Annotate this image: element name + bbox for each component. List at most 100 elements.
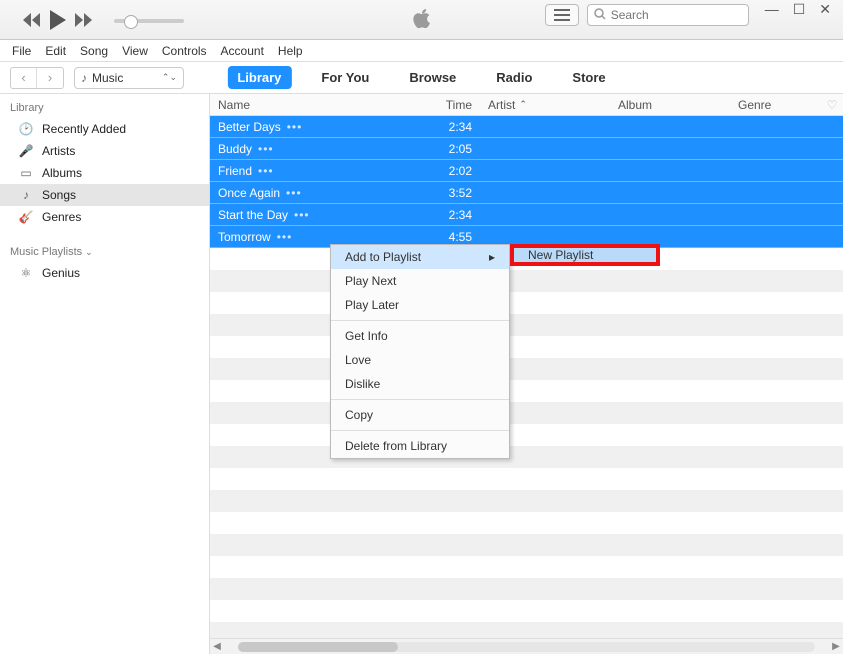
clock-icon: 🕑 <box>18 122 34 136</box>
ctx-copy[interactable]: Copy <box>331 403 509 427</box>
sidebar-item-label: Albums <box>42 166 82 180</box>
media-type-selector[interactable]: ♪Music ⌃⌄ <box>74 67 184 89</box>
song-name: Friend <box>218 164 252 178</box>
heart-icon: ♡ <box>827 98 838 112</box>
sidebar: Library 🕑Recently Added 🎤Artists ▭Albums… <box>0 94 210 654</box>
play-button[interactable] <box>50 10 66 30</box>
tab-library[interactable]: Library <box>227 66 291 89</box>
sort-asc-icon: ⌃ <box>519 99 527 110</box>
scroll-thumb[interactable] <box>238 642 398 652</box>
sidebar-item-albums[interactable]: ▭ Albums <box>0 162 209 184</box>
next-button[interactable] <box>74 13 94 27</box>
ctx-love[interactable]: Love <box>331 348 509 372</box>
col-album[interactable]: Album <box>610 98 730 112</box>
song-name: Tomorrow <box>218 230 271 244</box>
chevron-down-icon: ⌄ <box>85 247 93 258</box>
song-name: Better Days <box>218 120 281 134</box>
song-time: 2:05 <box>430 142 480 156</box>
ctx-separator <box>331 430 509 431</box>
table-row[interactable]: Friend ••• 2:02 <box>210 160 843 182</box>
tab-radio[interactable]: Radio <box>486 66 542 89</box>
window-controls: — ☐ ✕ <box>765 2 831 16</box>
scroll-track[interactable] <box>238 642 815 652</box>
ctx-play-later[interactable]: Play Later <box>331 293 509 317</box>
more-icon[interactable]: ••• <box>277 230 293 244</box>
more-icon[interactable]: ••• <box>258 164 274 178</box>
col-time[interactable]: Time <box>430 98 480 112</box>
sidebar-item-label: Genius <box>42 266 80 280</box>
empty-rows <box>210 248 843 644</box>
song-name: Once Again <box>218 186 280 200</box>
menubar: File Edit Song View Controls Account Hel… <box>0 40 843 62</box>
tab-for-you[interactable]: For You <box>311 66 379 89</box>
menu-file[interactable]: File <box>12 44 31 58</box>
menu-view[interactable]: View <box>122 44 148 58</box>
table-row[interactable]: Better Days ••• 2:34 <box>210 116 843 138</box>
sidebar-item-recently-added[interactable]: 🕑 Recently Added <box>0 118 209 140</box>
sidebar-item-genres[interactable]: 🎸Genres <box>0 206 209 228</box>
more-icon[interactable]: ••• <box>258 142 274 156</box>
maximize-button[interactable]: ☐ <box>793 2 806 16</box>
close-button[interactable]: ✕ <box>819 2 831 16</box>
table-row[interactable]: Start the Day•••2:34 <box>210 204 843 226</box>
note-icon: ♪ <box>18 188 34 202</box>
playback-bar: — ☐ ✕ <box>0 0 843 40</box>
col-genre[interactable]: Genre <box>730 98 821 112</box>
back-button[interactable]: ‹ <box>11 68 37 88</box>
menu-edit[interactable]: Edit <box>45 44 66 58</box>
playback-controls <box>0 10 184 30</box>
previous-button[interactable] <box>22 13 42 27</box>
tab-store[interactable]: Store <box>562 66 615 89</box>
table-row[interactable]: Buddy ••• 2:05 <box>210 138 843 160</box>
more-icon[interactable]: ••• <box>294 208 310 222</box>
ctx-delete-from-library[interactable]: Delete from Library <box>331 434 509 458</box>
sidebar-item-label: Artists <box>42 144 75 158</box>
more-icon[interactable]: ••• <box>287 120 303 134</box>
ctx-dislike[interactable]: Dislike <box>331 372 509 396</box>
menu-controls[interactable]: Controls <box>162 44 207 58</box>
horizontal-scrollbar[interactable]: ◀ ▶ <box>210 638 843 654</box>
ctx-separator <box>331 399 509 400</box>
song-time: 2:34 <box>430 120 480 134</box>
minimize-button[interactable]: — <box>765 2 779 16</box>
atom-icon: ⚛ <box>18 266 34 280</box>
forward-button[interactable]: › <box>37 68 63 88</box>
more-icon[interactable]: ••• <box>286 186 302 200</box>
sidebar-playlist-genius[interactable]: ⚛ Genius <box>0 262 209 284</box>
nav-buttons: ‹ › <box>10 67 64 89</box>
submenu-new-playlist[interactable]: New Playlist <box>510 244 660 266</box>
album-icon: ▭ <box>18 166 34 180</box>
menu-song[interactable]: Song <box>80 44 108 58</box>
song-name: Buddy <box>218 142 252 156</box>
menu-account[interactable]: Account <box>221 44 264 58</box>
song-time: 2:02 <box>430 164 480 178</box>
song-time: 3:52 <box>430 186 480 200</box>
scroll-right-icon[interactable]: ▶ <box>829 641 843 652</box>
ctx-add-to-playlist[interactable]: Add to Playlist▸ <box>331 245 509 269</box>
sidebar-item-artists[interactable]: 🎤Artists <box>0 140 209 162</box>
tab-browse[interactable]: Browse <box>399 66 466 89</box>
sidebar-item-label: Genres <box>42 210 81 224</box>
menu-help[interactable]: Help <box>278 44 303 58</box>
dropdown-icon: ⌃⌄ <box>162 72 177 83</box>
table-row[interactable]: Once Again ••• 3:52 <box>210 182 843 204</box>
section-tabs: Library For You Browse Radio Store <box>227 66 615 89</box>
column-headers: Name Time Artist⌃ Album Genre ♡ <box>210 94 843 116</box>
scroll-left-icon[interactable]: ◀ <box>210 641 224 652</box>
col-artist[interactable]: Artist⌃ <box>480 98 610 112</box>
ctx-play-next[interactable]: Play Next <box>331 269 509 293</box>
volume-slider[interactable] <box>114 19 184 23</box>
sidebar-item-songs[interactable]: ♪Songs <box>0 184 209 206</box>
search-box[interactable] <box>587 4 749 26</box>
content-area: Name Time Artist⌃ Album Genre ♡ Better D… <box>210 94 843 654</box>
col-name[interactable]: Name <box>210 98 430 112</box>
topbar-right: — ☐ ✕ <box>545 4 831 26</box>
ctx-get-info[interactable]: Get Info <box>331 324 509 348</box>
list-view-button[interactable] <box>545 4 579 26</box>
song-rows: Better Days ••• 2:34 Buddy ••• 2:05 Friend ••… <box>210 116 843 654</box>
nav-row: ‹ › ♪Music ⌃⌄ Library For You Browse Rad… <box>0 62 843 94</box>
search-input[interactable] <box>611 8 742 22</box>
sidebar-item-label: Recently Added <box>42 122 126 136</box>
col-loved[interactable]: ♡ <box>821 98 843 112</box>
sidebar-playlists-header[interactable]: Music Playlists⌄ <box>0 242 209 262</box>
